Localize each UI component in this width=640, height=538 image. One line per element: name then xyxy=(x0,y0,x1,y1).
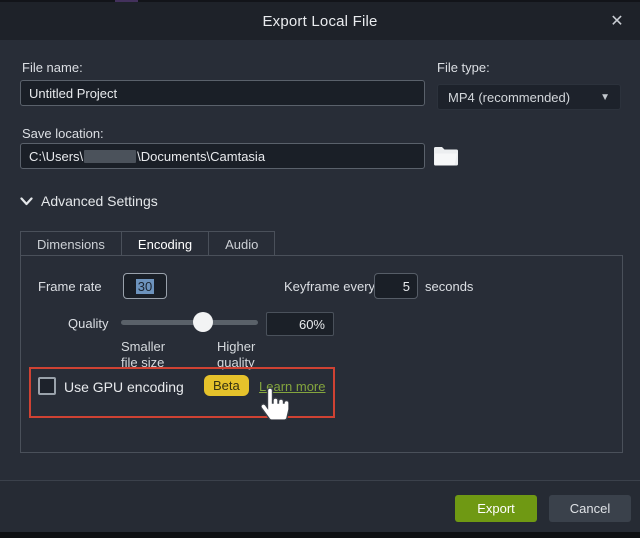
frame-rate-input[interactable]: 30 xyxy=(123,273,167,299)
quality-value: 60% xyxy=(299,317,325,332)
browse-folder-button[interactable] xyxy=(431,142,461,170)
dialog-title: Export Local File xyxy=(262,13,377,30)
tab-audio[interactable]: Audio xyxy=(208,231,275,256)
tab-encoding[interactable]: Encoding xyxy=(121,231,209,256)
keyframe-label: Keyframe every xyxy=(284,279,375,294)
bottom-edge-strip xyxy=(0,532,640,538)
save-location-prefix: C:\Users\ xyxy=(29,149,83,164)
chevron-expanded-icon xyxy=(20,197,33,206)
gpu-encoding-checkbox[interactable] xyxy=(38,377,56,395)
cancel-button[interactable]: Cancel xyxy=(549,495,631,522)
redacted-username xyxy=(84,150,136,163)
learn-more-link[interactable]: Learn more xyxy=(259,379,325,394)
frame-rate-label: Frame rate xyxy=(38,279,102,294)
export-dialog: Export Local File ✕ File name: Untitled … xyxy=(0,0,640,538)
file-name-input[interactable]: Untitled Project xyxy=(20,80,425,106)
keyframe-unit-label: seconds xyxy=(425,279,473,294)
tab-dimensions[interactable]: Dimensions xyxy=(20,231,122,256)
save-location-input[interactable]: C:\Users\ \Documents\Camtasia xyxy=(20,143,425,169)
export-button[interactable]: Export xyxy=(455,495,537,522)
file-name-label: File name: xyxy=(22,60,83,75)
encoding-panel: Frame rate 30 Keyframe every 5 seconds Q… xyxy=(20,255,623,453)
slider-max-caption: Higher quality xyxy=(217,339,255,371)
slider-min-caption: Smaller file size xyxy=(121,339,165,371)
frame-rate-value: 30 xyxy=(136,279,154,294)
quality-label: Quality xyxy=(68,316,108,331)
file-name-value: Untitled Project xyxy=(29,86,117,101)
quality-value-box[interactable]: 60% xyxy=(266,312,334,336)
file-type-selected-value: MP4 (recommended) xyxy=(448,90,570,105)
file-type-label: File type: xyxy=(437,60,490,75)
gpu-encoding-label: Use GPU encoding xyxy=(64,379,184,395)
footer-bar: Export Cancel xyxy=(0,481,640,532)
save-location-label: Save location: xyxy=(22,126,104,141)
quality-slider-thumb[interactable] xyxy=(193,312,213,332)
keyframe-input[interactable]: 5 xyxy=(374,273,418,299)
close-icon[interactable]: ✕ xyxy=(607,12,627,32)
advanced-settings-toggle[interactable]: Advanced Settings xyxy=(20,193,158,209)
chevron-down-icon: ▼ xyxy=(600,92,610,103)
file-type-dropdown[interactable]: MP4 (recommended) ▼ xyxy=(437,84,621,110)
settings-tab-bar: Dimensions Encoding Audio xyxy=(20,231,274,256)
keyframe-value: 5 xyxy=(403,279,410,294)
quality-slider[interactable] xyxy=(121,320,258,325)
folder-icon xyxy=(433,145,459,167)
beta-badge: Beta xyxy=(204,375,249,396)
save-location-suffix: \Documents\Camtasia xyxy=(137,149,265,164)
dialog-titlebar: Export Local File ✕ xyxy=(0,2,640,40)
advanced-settings-label: Advanced Settings xyxy=(41,193,158,209)
